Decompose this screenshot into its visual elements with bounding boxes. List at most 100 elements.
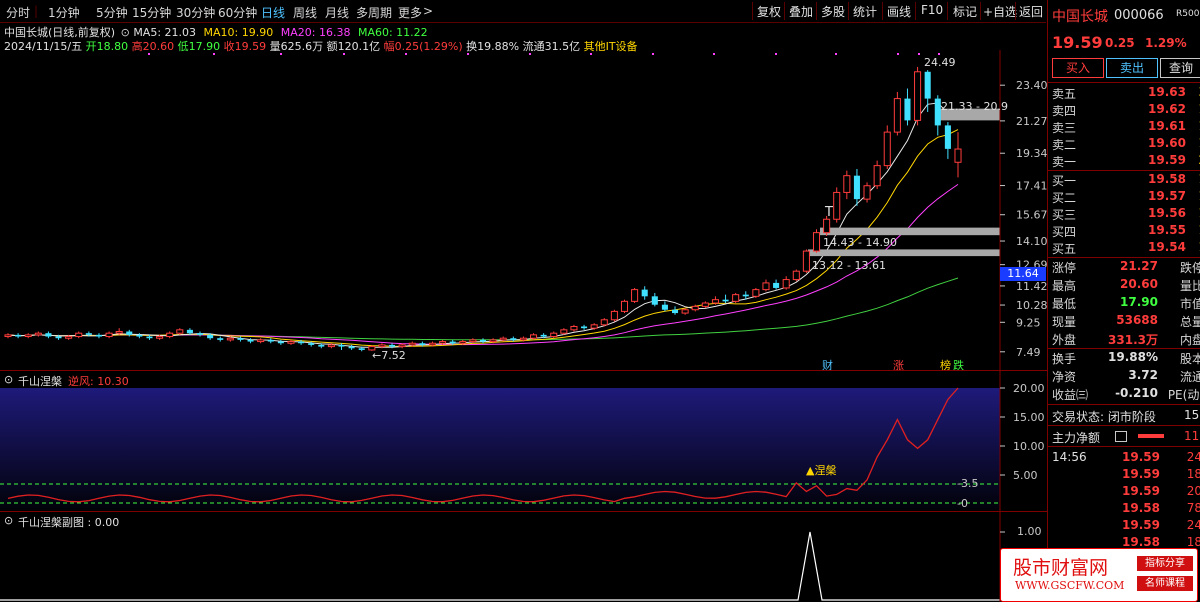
tab-5min[interactable]: 5分钟 — [96, 4, 128, 21]
candle-body-down — [318, 344, 325, 347]
tab-daily[interactable]: 日线 — [261, 4, 285, 21]
price-tick-label: 17.41 — [1016, 180, 1047, 193]
price-tick-label: 15.67 — [1016, 209, 1047, 222]
candle-body-up — [24, 334, 32, 338]
tab-multi-period[interactable]: 多周期 — [356, 4, 392, 21]
candle-body-up — [257, 339, 265, 343]
candle-body-up — [843, 175, 851, 193]
moving-average-lines — [7, 102, 959, 348]
sell-button[interactable]: 卖出 — [1106, 58, 1158, 78]
candle-body-down — [308, 343, 315, 345]
candlestick-chart[interactable]: 23.4021.2719.3417.4115.6714.1012.6911.42… — [0, 50, 1047, 370]
candle-body-up — [762, 282, 770, 291]
candle-body-up — [802, 250, 810, 272]
candle-body-down — [207, 334, 214, 339]
candle-body-down — [15, 334, 22, 337]
price-tick-label: 23.40 — [1016, 79, 1047, 92]
candle-body-up — [620, 300, 629, 312]
ask-row-4[interactable]: 卖四19.621 — [1050, 102, 1200, 119]
stat-current-vol: 现量 53688 总量 — [1052, 313, 1200, 329]
candle-body-down — [126, 331, 133, 335]
candle-body-up — [782, 279, 790, 289]
candle-body-up — [954, 148, 962, 163]
nirvana-line — [7, 387, 959, 503]
divider — [1048, 170, 1200, 171]
candle-body-up — [398, 344, 406, 348]
signal-dot — [590, 53, 592, 55]
chevron-right-icon[interactable]: > — [423, 4, 433, 18]
buy-button[interactable]: 买入 — [1052, 58, 1104, 78]
ind1-axis-20: 20.00 — [1013, 382, 1045, 395]
f10-button[interactable]: F10 — [921, 3, 943, 17]
overlay-button[interactable]: 叠加 — [789, 3, 813, 20]
tab-timeshare[interactable]: 分时 — [6, 4, 30, 21]
bid-row-4[interactable]: 买四19.551 — [1050, 223, 1200, 240]
indicator2-chart[interactable] — [0, 512, 1047, 602]
candle-body-down — [389, 344, 396, 347]
price-tick-label: 11.42 — [1016, 280, 1047, 293]
candle-body-up — [115, 331, 123, 334]
indicator1-chart[interactable] — [0, 370, 1047, 512]
statistics-button[interactable]: 统计 — [853, 3, 877, 20]
candle-body-down — [742, 294, 749, 297]
multi-stock-button[interactable]: 多股 — [821, 3, 845, 20]
watermark-title: 股市财富网 — [1013, 557, 1109, 579]
signal-dot — [897, 53, 899, 55]
stat-high: 最高 20.60 量比 — [1052, 277, 1200, 293]
tab-weekly[interactable]: 周线 — [293, 4, 317, 21]
index-tag: R500 — [1176, 9, 1200, 19]
signal-dot — [775, 53, 777, 55]
level-0-label: -0 — [957, 497, 968, 510]
signal-dot — [280, 53, 282, 55]
tab-60min[interactable]: 60分钟 — [218, 4, 257, 21]
candle-body-up — [499, 337, 507, 341]
mark-button[interactable]: 标记 — [953, 3, 977, 20]
candle-body-up — [550, 332, 558, 338]
trade-state: 交易状态: 闭市阶段 — [1052, 410, 1156, 424]
query-button[interactable]: 查询 — [1160, 58, 1200, 78]
candle-body-up — [34, 332, 42, 336]
candle-body-down — [944, 125, 951, 149]
candle-body-up — [4, 334, 12, 338]
chart-toggle-icon[interactable] — [1115, 431, 1127, 442]
candle-body-down — [348, 346, 355, 349]
candle-body-up — [459, 341, 467, 344]
candles — [4, 66, 962, 352]
candle-body-up — [600, 319, 608, 326]
separator — [947, 2, 948, 20]
price-change-pct: 1.29% — [1145, 36, 1187, 50]
tab-more[interactable]: 更多 — [398, 4, 422, 21]
watermark-tag1: 指标分享 — [1137, 556, 1193, 571]
signal-dot — [343, 53, 345, 55]
candle-body-up — [893, 98, 901, 133]
current-price-tag: 11.64 — [1000, 267, 1046, 281]
candle-body-up — [519, 337, 527, 341]
ind1-axis-5: 5.00 — [1013, 469, 1038, 482]
back-button[interactable]: 返回 — [1019, 3, 1043, 20]
ask-row-3[interactable]: 卖三19.611 — [1050, 119, 1200, 136]
tab-30min[interactable]: 30分钟 — [176, 4, 215, 21]
candle-body-up — [327, 344, 335, 348]
ask-row-2[interactable]: 卖二19.601 — [1050, 136, 1200, 153]
ask-row-1[interactable]: 卖一19.592 — [1050, 153, 1200, 170]
restore-rights-button[interactable]: 复权 — [757, 3, 781, 20]
candle-body-up — [883, 131, 891, 167]
stock-code: 000066 — [1114, 8, 1164, 23]
bid-row-1[interactable]: 买一19.581 — [1050, 172, 1200, 189]
draw-line-button[interactable]: 画线 — [887, 3, 911, 20]
candle-body-up — [873, 165, 881, 187]
bid-row-3[interactable]: 买三19.561 — [1050, 206, 1200, 223]
add-watchlist-button[interactable]: +自选 — [983, 3, 1017, 20]
bid-row-5[interactable]: 买五19.541 — [1050, 240, 1200, 257]
ask-row-5[interactable]: 卖五19.633 — [1050, 85, 1200, 102]
price-tick-label: 10.28 — [1016, 299, 1047, 312]
zone1-label: 21.33 - 20.9 — [941, 100, 1008, 113]
bid-row-2[interactable]: 买二19.571 — [1050, 189, 1200, 206]
candle-body-down — [277, 341, 284, 344]
tab-15min[interactable]: 15分钟 — [132, 4, 171, 21]
divider — [1048, 82, 1200, 83]
tab-1min[interactable]: 1分钟 — [48, 4, 80, 21]
tab-monthly[interactable]: 月线 — [325, 4, 349, 21]
candle-body-up — [610, 310, 618, 321]
candle-body-down — [419, 343, 426, 345]
